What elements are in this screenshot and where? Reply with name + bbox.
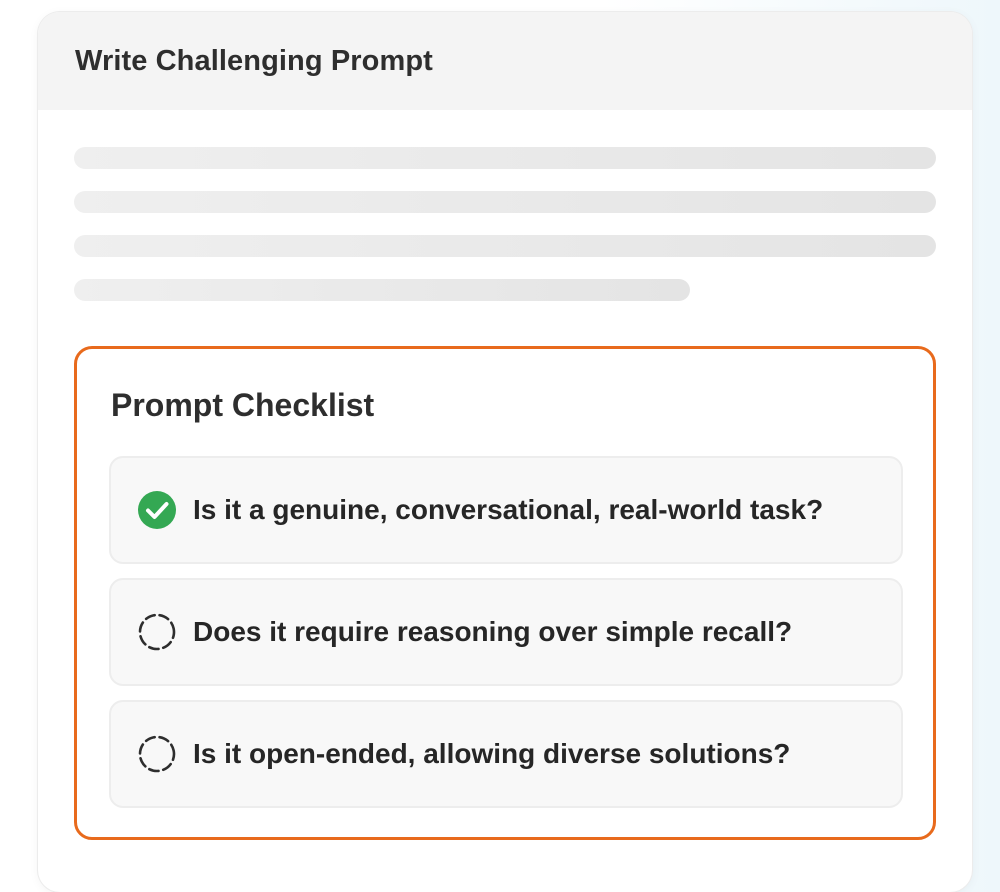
prompt-text-placeholder-line: [74, 235, 936, 257]
checklist-item-genuine-task[interactable]: Is it a genuine, conversational, real-wo…: [109, 456, 903, 564]
prompt-text-placeholder-line: [74, 279, 690, 301]
check-circle-icon: [138, 491, 176, 529]
dashed-circle-icon: [138, 735, 176, 773]
checklist-item-label: Is it open-ended, allowing diverse solut…: [193, 738, 791, 769]
card-header: Write Challenging Prompt: [38, 12, 972, 110]
prompt-checklist: Prompt Checklist Is it a genuine, conver…: [74, 346, 936, 840]
prompt-text-placeholder-line: [74, 147, 936, 169]
checklist-item-reasoning[interactable]: Does it require reasoning over simple re…: [109, 578, 903, 686]
prompt-card: Write Challenging Prompt Prompt Checklis…: [38, 12, 972, 892]
checklist-item-label: Does it require reasoning over simple re…: [193, 616, 793, 647]
dashed-circle-icon: [138, 613, 176, 651]
checklist-title: Prompt Checklist: [111, 387, 375, 423]
card-title: Write Challenging Prompt: [75, 44, 433, 77]
checklist-item-open-ended[interactable]: Is it open-ended, allowing diverse solut…: [109, 700, 903, 808]
prompt-text-placeholder-line: [74, 191, 936, 213]
checklist-item-label: Is it a genuine, conversational, real-wo…: [193, 494, 824, 525]
